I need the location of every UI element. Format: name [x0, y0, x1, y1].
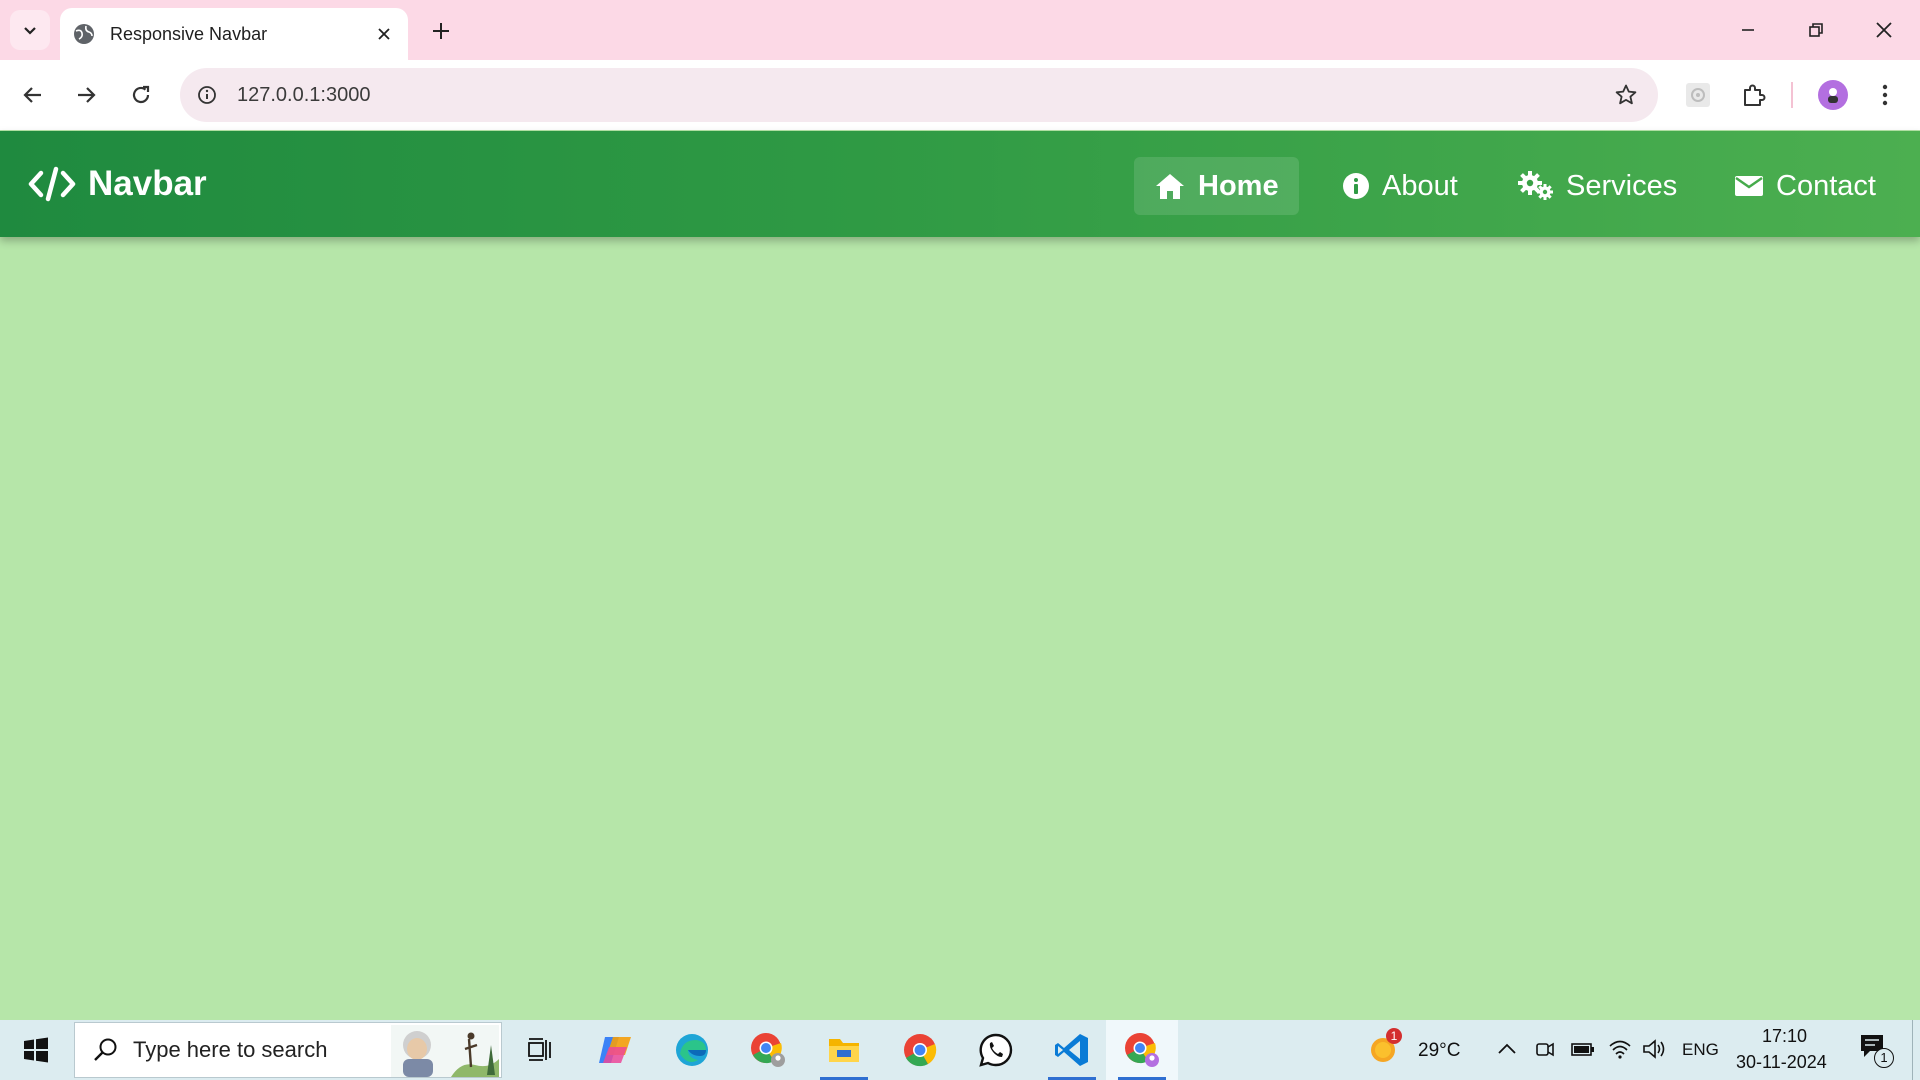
- nav-contact[interactable]: Contact: [1714, 157, 1896, 215]
- windows-logo-icon: [24, 1037, 48, 1063]
- brand-logo[interactable]: Navbar: [28, 160, 207, 208]
- reload-button[interactable]: [120, 74, 162, 116]
- wifi-icon: [1609, 1040, 1631, 1059]
- edge-icon: [676, 1034, 708, 1066]
- battery-icon: [1571, 1043, 1594, 1056]
- browser-menu-button[interactable]: [1864, 74, 1906, 116]
- code-icon: [28, 166, 76, 202]
- bookmark-star-icon[interactable]: [1604, 73, 1648, 117]
- arrow-left-icon: [23, 87, 41, 103]
- notification-center-button[interactable]: 1: [1858, 1032, 1898, 1072]
- network-indicator[interactable]: [1608, 1038, 1634, 1062]
- vscode-app[interactable]: [1036, 1020, 1108, 1080]
- extension-gear-icon: [1686, 83, 1710, 107]
- envelope-icon: [1735, 176, 1763, 196]
- tab-search-button[interactable]: [10, 10, 50, 50]
- nav-about[interactable]: About: [1322, 157, 1478, 215]
- extension-button[interactable]: [1677, 74, 1719, 116]
- nav-services[interactable]: Services: [1498, 157, 1697, 215]
- chrome-icon: [904, 1034, 937, 1067]
- back-button[interactable]: [12, 74, 54, 116]
- search-highlight-illustration-icon: [391, 1025, 499, 1077]
- tab-title: Responsive Navbar: [110, 23, 268, 44]
- nav-contact-label: Contact: [1776, 169, 1876, 202]
- edge-app[interactable]: [656, 1020, 728, 1080]
- battery-indicator[interactable]: [1570, 1038, 1596, 1062]
- chrome-app[interactable]: [884, 1020, 956, 1080]
- more-vertical-icon: [1882, 84, 1888, 106]
- browser-toolbar: 127.0.0.1:3000: [0, 60, 1920, 130]
- plus-icon: [433, 23, 449, 39]
- home-icon: [1156, 174, 1184, 199]
- address-bar[interactable]: 127.0.0.1:3000: [180, 68, 1658, 122]
- info-circle-icon: [1343, 173, 1369, 199]
- camera-icon: [1536, 1042, 1554, 1057]
- show-desktop-strip[interactable]: [1912, 1020, 1920, 1080]
- nav-services-label: Services: [1566, 169, 1678, 202]
- arrow-right-icon: [78, 87, 96, 103]
- url-text[interactable]: 127.0.0.1:3000: [237, 84, 1604, 107]
- start-button[interactable]: [0, 1020, 72, 1080]
- folder-icon: [829, 1039, 859, 1062]
- page-content: [0, 237, 1920, 1020]
- chrome-active-app[interactable]: [1106, 1020, 1178, 1080]
- notification-count: 1: [1874, 1048, 1894, 1068]
- show-hidden-icons-button[interactable]: [1496, 1038, 1520, 1062]
- globe-icon: [74, 24, 94, 44]
- close-icon: [1876, 22, 1892, 38]
- vscode-icon: [1055, 1034, 1088, 1066]
- copilot-icon: [599, 1037, 631, 1063]
- profile-icon: [1828, 88, 1838, 103]
- task-view-button[interactable]: [504, 1020, 576, 1080]
- close-tab-icon[interactable]: [372, 22, 396, 46]
- new-tab-button[interactable]: [424, 14, 458, 48]
- nav-about-label: About: [1382, 169, 1458, 202]
- toolbar-divider: [1791, 82, 1793, 108]
- whatsapp-icon: [979, 1033, 1013, 1067]
- profile-avatar[interactable]: [1818, 80, 1848, 110]
- input-language[interactable]: ENG: [1682, 1040, 1719, 1060]
- nav-home[interactable]: Home: [1134, 157, 1299, 215]
- reload-icon: [132, 85, 150, 104]
- puzzle-icon: [1744, 84, 1766, 106]
- chevron-up-icon: [1498, 1043, 1516, 1054]
- chrome-profile-app[interactable]: [732, 1020, 804, 1080]
- site-navbar: Navbar Home About Services Contact: [0, 131, 1920, 237]
- taskbar-search[interactable]: Type here to search: [74, 1022, 502, 1078]
- copilot-app[interactable]: [580, 1020, 652, 1080]
- minimize-button[interactable]: [1720, 8, 1776, 52]
- clock[interactable]: 17:10 30-11-2024: [1728, 1024, 1838, 1076]
- extensions-menu-button[interactable]: [1733, 74, 1775, 116]
- search-placeholder: Type here to search: [133, 1037, 328, 1062]
- site-info-icon[interactable]: [185, 73, 229, 117]
- volume-indicator[interactable]: [1642, 1038, 1668, 1062]
- meet-now-button[interactable]: [1534, 1038, 1558, 1062]
- close-window-button[interactable]: [1856, 8, 1912, 52]
- minimize-icon: [1742, 29, 1754, 31]
- speaker-icon: [1643, 1039, 1665, 1059]
- clock-time: 17:10: [1762, 1026, 1808, 1046]
- weather-widget[interactable]: 1 29°C: [1368, 1028, 1468, 1072]
- weather-badge: 1: [1386, 1028, 1402, 1044]
- whatsapp-app[interactable]: [960, 1020, 1032, 1080]
- clock-date: 30-11-2024: [1736, 1052, 1827, 1072]
- file-explorer-app[interactable]: [808, 1020, 880, 1080]
- brand-name: Navbar: [88, 164, 207, 203]
- forward-button[interactable]: [65, 74, 107, 116]
- restore-button[interactable]: [1788, 8, 1844, 52]
- weather-temp: 29°C: [1418, 1040, 1461, 1061]
- chevron-down-icon: [24, 27, 36, 35]
- search-icon: [94, 1038, 117, 1061]
- chrome-profile-icon: [751, 1033, 785, 1067]
- chrome-profile-icon: [1125, 1033, 1159, 1067]
- cogs-icon: [1518, 171, 1553, 200]
- nav-home-label: Home: [1198, 169, 1279, 202]
- windows-taskbar: Type here to search 1 29°C ENG 17:10 30-…: [0, 1020, 1920, 1080]
- restore-icon: [1809, 23, 1823, 37]
- task-view-icon: [528, 1038, 551, 1061]
- tab-strip: Responsive Navbar: [0, 0, 1920, 60]
- browser-tab[interactable]: Responsive Navbar: [60, 8, 408, 60]
